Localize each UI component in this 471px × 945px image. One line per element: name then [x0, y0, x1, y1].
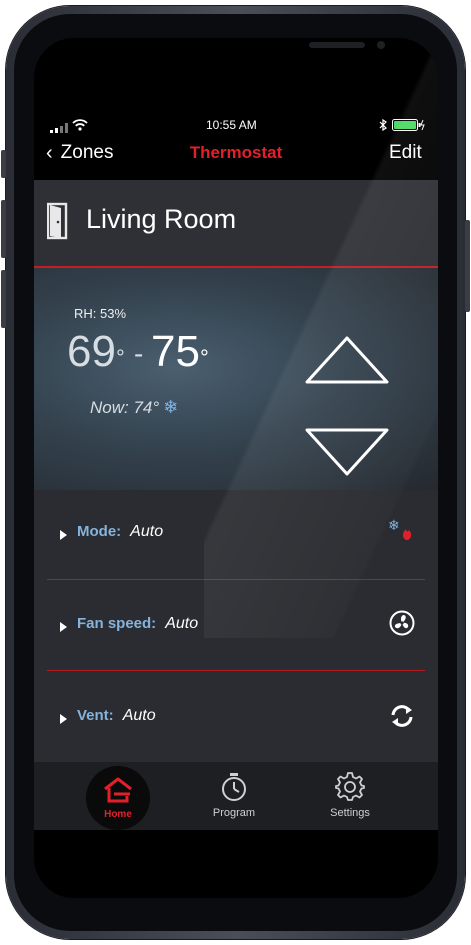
- volume-up-button: [1, 200, 6, 258]
- gear-icon: [335, 771, 365, 806]
- timer-icon: [220, 772, 248, 807]
- tab-settings-label: Settings: [330, 807, 370, 819]
- fan-speed-value: Auto: [165, 615, 199, 632]
- vent-label: Vent:: [77, 707, 114, 724]
- current-temp-label: Now: 74°: [90, 397, 160, 417]
- bluetooth-icon: [379, 118, 387, 136]
- zone-name: Living Room: [86, 204, 237, 234]
- heat-cool-icon: ❄: [388, 518, 416, 547]
- current-temperature: Now: 74° ❄: [90, 397, 178, 418]
- humidity-readout: RH: 53%: [74, 306, 127, 321]
- vent-row[interactable]: Vent: Auto: [34, 672, 438, 762]
- page-title: Thermostat: [189, 143, 283, 162]
- caret-right-icon: [60, 711, 67, 729]
- refresh-icon: [389, 704, 415, 733]
- speaker-grille: [309, 42, 365, 48]
- door-icon: [46, 202, 73, 245]
- battery-icon: [392, 118, 426, 136]
- caret-right-icon: [60, 527, 67, 545]
- volume-down-button: [1, 270, 6, 328]
- screen: 10:55 AM ‹ Zones Thermostat Edit Living …: [34, 38, 438, 898]
- vent-value: Auto: [122, 707, 156, 724]
- caret-right-icon: [60, 619, 67, 637]
- mode-row[interactable]: Mode: Auto ❄: [34, 490, 438, 580]
- snowflake-icon: ❄: [163, 397, 179, 417]
- notch: [139, 38, 385, 68]
- tab-home-label: Home: [104, 809, 132, 820]
- setpoint-high-degree: °: [199, 345, 209, 370]
- edit-button[interactable]: Edit: [389, 142, 422, 164]
- tab-bar: Home Program Settings: [34, 762, 438, 830]
- status-time: 10:55 AM: [206, 118, 257, 132]
- temperature-panel: RH: 53% 69° - 75° Now: 74° ❄: [34, 268, 438, 490]
- mode-value: Auto: [130, 523, 164, 540]
- setpoint-low-degree: °: [115, 345, 125, 370]
- fan-speed-label: Fan speed:: [77, 615, 157, 632]
- setpoint-high-value: 75: [151, 327, 200, 376]
- setpoint-high[interactable]: 75°: [151, 326, 209, 378]
- fan-icon: [389, 610, 415, 641]
- tab-settings[interactable]: Settings: [314, 770, 386, 826]
- fan-speed-row[interactable]: Fan speed: Auto: [34, 580, 438, 672]
- zone-header: Living Room: [34, 180, 438, 268]
- signal-icon: [50, 120, 68, 138]
- setpoint-low-value: 69: [67, 327, 116, 376]
- setpoint-low[interactable]: 69°: [67, 326, 125, 378]
- home-icon: [102, 776, 134, 809]
- svg-text:❄: ❄: [388, 518, 400, 534]
- front-camera: [377, 41, 385, 49]
- tab-program[interactable]: Program: [198, 770, 270, 826]
- power-button: [465, 220, 470, 312]
- tab-home[interactable]: Home: [86, 766, 150, 830]
- mute-switch: [1, 150, 6, 178]
- settings-list: Mode: Auto ❄ Fan speed: Auto Vent: Auto: [34, 490, 438, 762]
- decrease-temp-button[interactable]: [304, 426, 390, 483]
- wifi-icon: [72, 118, 88, 136]
- row-divider: [47, 670, 425, 671]
- mode-label: Mode:: [77, 523, 122, 540]
- tab-program-label: Program: [212, 807, 256, 819]
- increase-temp-button[interactable]: [304, 334, 390, 391]
- setpoint-separator: -: [134, 338, 144, 369]
